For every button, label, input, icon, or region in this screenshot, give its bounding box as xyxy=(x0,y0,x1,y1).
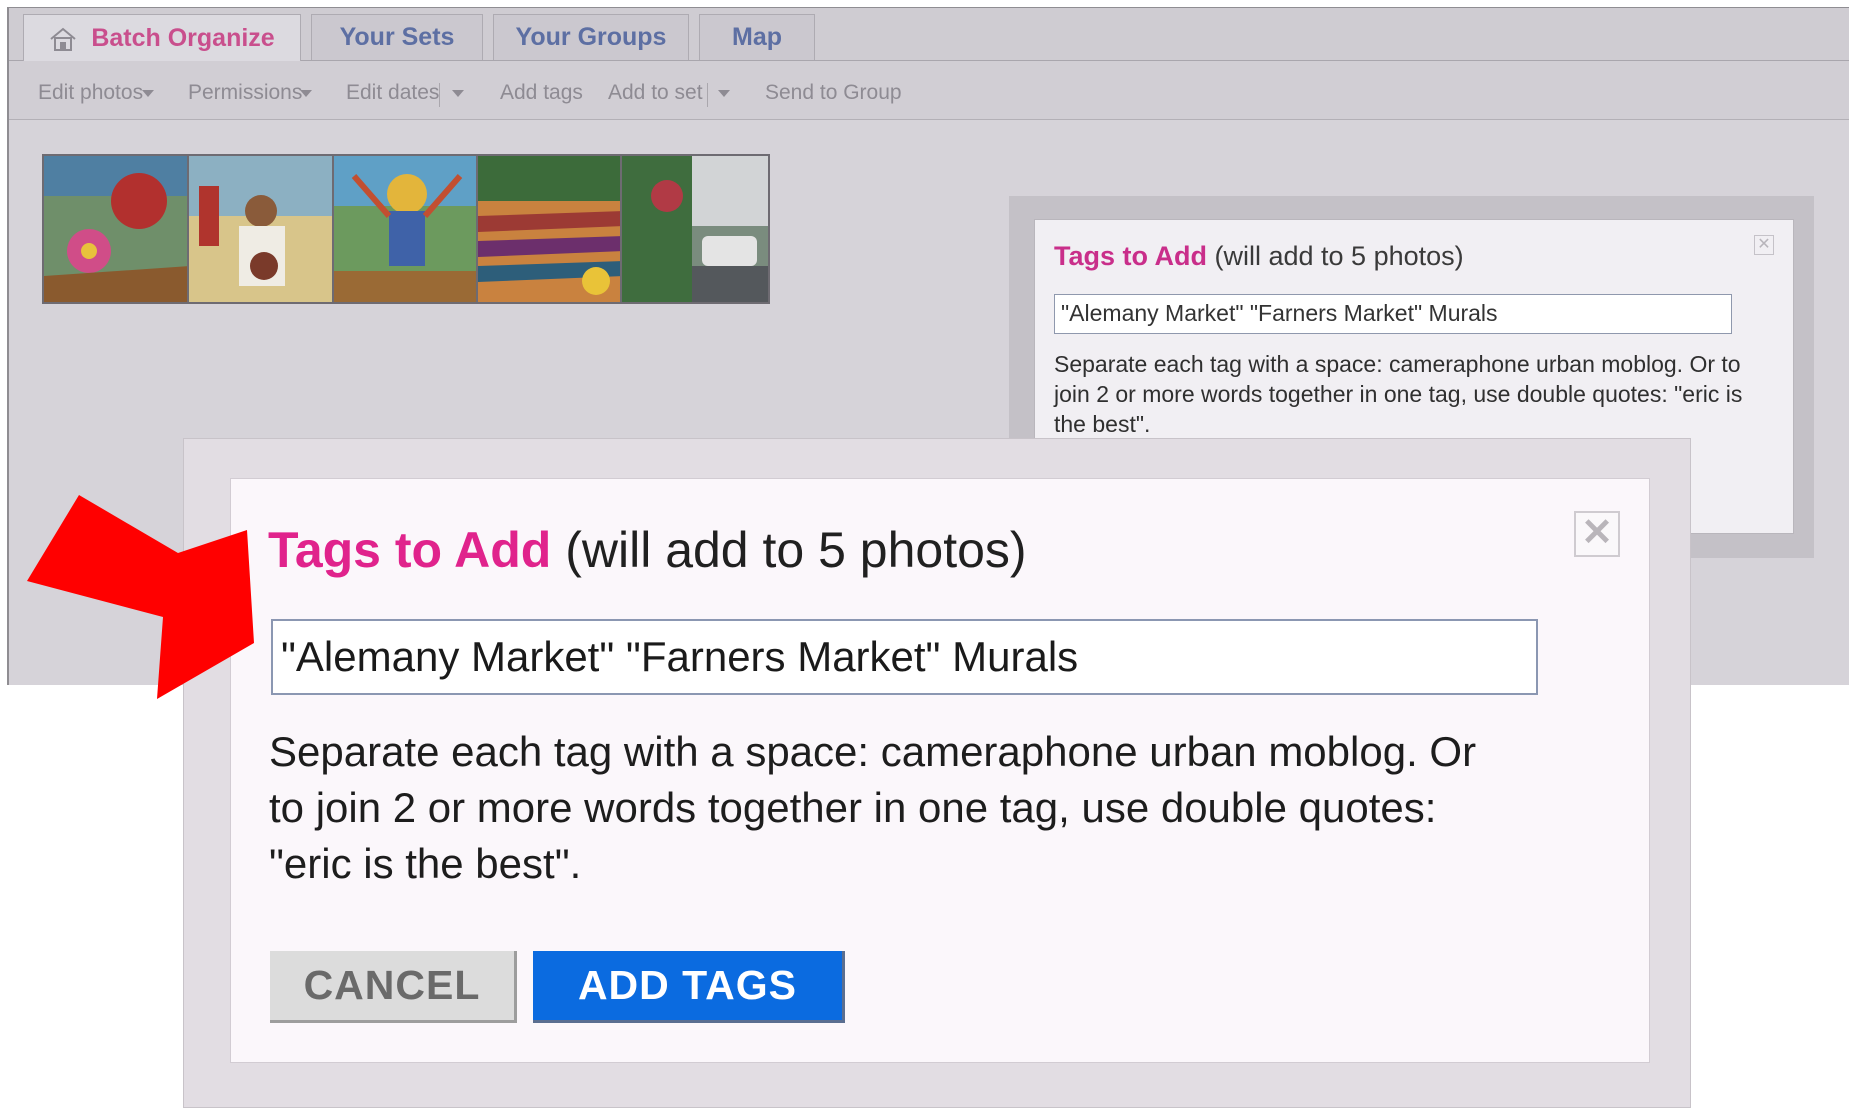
tags-input-small[interactable]: "Alemany Market" "Farners Market" Murals xyxy=(1054,294,1732,334)
tags-help-text: Separate each tag with a space: cameraph… xyxy=(269,724,1629,892)
close-icon[interactable]: ✕ xyxy=(1754,235,1774,255)
home-icon xyxy=(49,27,77,51)
photo-thumbnail[interactable] xyxy=(42,154,192,304)
batch-toolbar: Edit photos Permissions Edit dates Add t… xyxy=(9,61,1849,120)
add-to-set-menu[interactable]: Add to set xyxy=(608,81,703,105)
dialog-title-label: Tags to Add xyxy=(268,522,552,578)
tags-dialog: Tags to Add (will add to 5 photos) ✕ "Al… xyxy=(230,478,1650,1063)
photo-thumbnail[interactable] xyxy=(332,154,482,304)
edit-photos-menu[interactable]: Edit photos xyxy=(38,81,143,105)
dialog-subtitle: (will add to 5 photos) xyxy=(565,522,1027,578)
tab-your-groups[interactable]: Your Groups xyxy=(493,14,689,60)
caret-down-icon[interactable] xyxy=(452,90,464,97)
add-tags-button[interactable]: ADD TAGS xyxy=(533,951,845,1023)
tab-map[interactable]: Map xyxy=(699,14,815,60)
cancel-button[interactable]: CANCEL xyxy=(270,951,517,1023)
tab-label: Map xyxy=(732,23,782,51)
tab-your-sets[interactable]: Your Sets xyxy=(311,14,483,60)
photo-thumbnail[interactable] xyxy=(620,154,770,304)
toolbar-separator xyxy=(707,83,708,107)
tags-input[interactable]: "Alemany Market" "Farners Market" Murals xyxy=(271,619,1538,695)
dialog-title: Tags to Add (will add to 5 photos) xyxy=(1054,241,1464,272)
permissions-menu[interactable]: Permissions xyxy=(188,81,302,105)
add-tags-menu[interactable]: Add tags xyxy=(500,81,583,105)
tags-help-text: Separate each tag with a space: cameraph… xyxy=(1054,351,1743,437)
caret-down-icon[interactable] xyxy=(300,90,312,97)
edit-dates-menu[interactable]: Edit dates xyxy=(346,81,439,105)
dialog-title-label: Tags to Add xyxy=(1054,241,1207,271)
tab-label: Batch Organize xyxy=(91,24,275,52)
tab-batch-organize[interactable]: Batch Organize xyxy=(23,14,301,62)
send-to-group-menu[interactable]: Send to Group xyxy=(765,81,902,105)
help-line: to join 2 or more words together in one … xyxy=(269,784,1437,831)
tab-label: Your Groups xyxy=(515,23,667,51)
help-line: "eric is the best". xyxy=(269,840,582,887)
caret-down-icon[interactable] xyxy=(142,90,154,97)
help-line: Separate each tag with a space: cameraph… xyxy=(269,728,1477,775)
tab-bar: Batch Organize Your Sets Your Groups Map xyxy=(9,8,1849,62)
dialog-subtitle: (will add to 5 photos) xyxy=(1214,241,1464,271)
tab-label: Your Sets xyxy=(339,23,455,51)
close-icon[interactable]: ✕ xyxy=(1574,511,1620,557)
photo-thumbnail[interactable] xyxy=(187,154,337,304)
dialog-title: Tags to Add (will add to 5 photos) xyxy=(268,521,1027,579)
toolbar-separator xyxy=(439,83,440,107)
caret-down-icon[interactable] xyxy=(718,90,730,97)
photo-thumbnail[interactable] xyxy=(476,154,626,304)
